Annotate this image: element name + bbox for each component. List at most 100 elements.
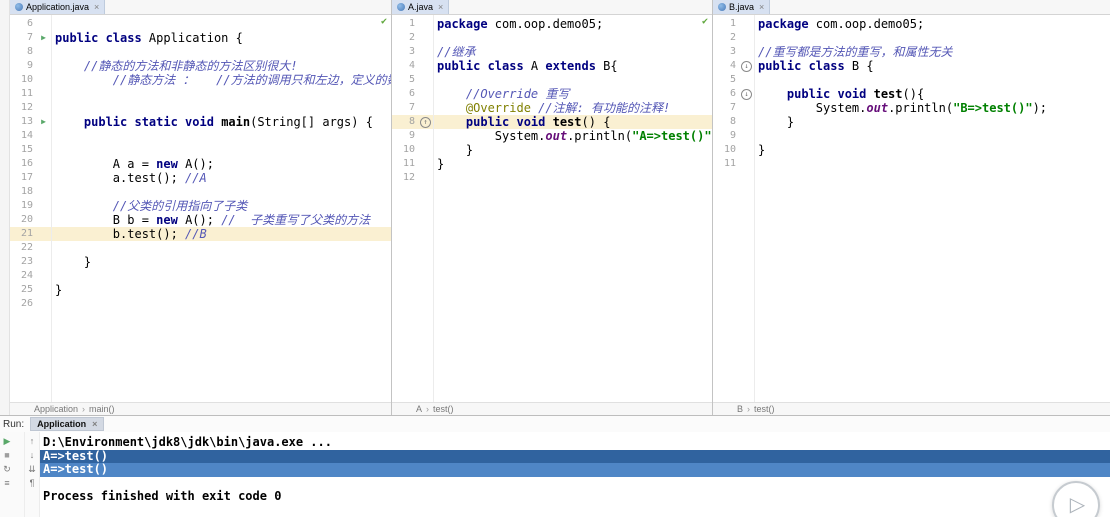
code-line[interactable]: 16 A a = new A();: [10, 157, 391, 171]
line-number: 1: [408, 18, 415, 29]
up-stack-trace-button[interactable]: ↑: [30, 436, 35, 446]
console-line[interactable]: D:\Environment\jdk8\jdk\bin\java.exe ...: [40, 435, 1110, 450]
code-line[interactable]: 6: [10, 17, 391, 31]
console-line[interactable]: A=>test(): [40, 462, 1110, 477]
code-line[interactable]: 3 //继承: [392, 45, 712, 59]
code-line[interactable]: 10 //静态方法 ： //方法的调用只和左边，定义的数: [10, 73, 391, 87]
code-line[interactable]: 26: [10, 297, 391, 311]
rerun-button[interactable]: ▶: [4, 436, 11, 446]
code-line[interactable]: 2: [713, 31, 1110, 45]
code-line[interactable]: 8 public void test() {: [392, 115, 712, 129]
line-number: 8: [26, 46, 33, 57]
close-icon[interactable]: ×: [438, 2, 443, 12]
pin-button[interactable]: ≡: [4, 478, 9, 488]
code-line[interactable]: 5: [392, 73, 712, 87]
line-number: 10: [20, 74, 33, 85]
line-number: 9: [26, 60, 33, 71]
code-line[interactable]: 8 }: [713, 115, 1110, 129]
code-line[interactable]: 17 a.test(); //A: [10, 171, 391, 185]
code-editor[interactable]: 1 package com.oop.demo05; 2 3 //重写都是方法的重写，和属…: [713, 15, 1110, 402]
run-header: Run: Application ×: [0, 416, 1110, 432]
code-line[interactable]: 11: [10, 87, 391, 101]
line-number: 5: [729, 74, 736, 85]
line-number: 13: [20, 116, 33, 127]
line-number: 26: [20, 298, 33, 309]
close-icon[interactable]: ×: [759, 2, 764, 12]
breadcrumb-item[interactable]: Application: [34, 404, 78, 414]
code-line[interactable]: 9 System.out.println("A=>test()");: [392, 129, 712, 143]
run-icon[interactable]: [36, 31, 51, 45]
code-line[interactable]: 20 B b = new A(); // 子类重写了父类的方法: [10, 213, 391, 227]
breadcrumb-item[interactable]: test(): [433, 404, 454, 414]
code-line[interactable]: 6 public void test(){: [713, 87, 1110, 101]
soft-wrap-button[interactable]: ¶: [30, 478, 35, 488]
tab-application-java[interactable]: Application.java ×: [10, 0, 106, 14]
code-line[interactable]: 9 //静态的方法和非静态的方法区别很大!: [10, 59, 391, 73]
code-line[interactable]: 18: [10, 185, 391, 199]
code-line[interactable]: 23 }: [10, 255, 391, 269]
code-line[interactable]: 24: [10, 269, 391, 283]
code-line[interactable]: 11: [713, 157, 1110, 171]
code-line[interactable]: 4 public class B {: [713, 59, 1110, 73]
down-stack-trace-button[interactable]: ↓: [30, 450, 35, 460]
run-tab-application[interactable]: Application ×: [30, 417, 105, 431]
gutter-spacer: [36, 255, 51, 269]
code-line[interactable]: 10}: [713, 143, 1110, 157]
override-down-icon[interactable]: [739, 87, 754, 101]
code-editor[interactable]: 6 7 public class Application {8 9 //静态的方法和非…: [10, 15, 391, 402]
code-line[interactable]: 10 }: [392, 143, 712, 157]
tab-a-java[interactable]: A.java ×: [392, 0, 450, 14]
code-line[interactable]: 15: [10, 143, 391, 157]
code-line[interactable]: 4 public class A extends B{: [392, 59, 712, 73]
code-line[interactable]: 1 package com.oop.demo05;: [392, 17, 712, 31]
console-line[interactable]: [40, 477, 1110, 491]
code-line[interactable]: 13 public static void main(String[] args…: [10, 115, 391, 129]
code-line[interactable]: 19 //父类的引用指向了子类: [10, 199, 391, 213]
code-line[interactable]: 25}: [10, 283, 391, 297]
line-number: 21: [20, 228, 33, 239]
close-icon[interactable]: ×: [92, 419, 97, 429]
code-line[interactable]: 7 @Override //注解: 有功能的注释!: [392, 101, 712, 115]
override-down-icon[interactable]: [739, 59, 754, 73]
code-line[interactable]: 7 public class Application {: [10, 31, 391, 45]
code-line[interactable]: 6 //Override 重写: [392, 87, 712, 101]
line-number: 9: [408, 130, 415, 141]
gutter-spacer: [36, 17, 51, 31]
inspections-ok-icon[interactable]: ✔: [381, 16, 387, 27]
console-line[interactable]: Process finished with exit code 0: [40, 489, 1110, 504]
code-line[interactable]: 5: [713, 73, 1110, 87]
override-up-icon[interactable]: [418, 115, 433, 129]
code-line[interactable]: 11}: [392, 157, 712, 171]
code-line[interactable]: 21 b.test(); //B: [10, 227, 391, 241]
code-line[interactable]: 9: [713, 129, 1110, 143]
close-icon[interactable]: ×: [94, 2, 99, 12]
code-editor[interactable]: 1 package com.oop.demo05; 2 3 //继承 4 public cl…: [392, 15, 712, 402]
stop-button[interactable]: ■: [4, 450, 9, 460]
code-line[interactable]: 22: [10, 241, 391, 255]
code-line[interactable]: 12: [392, 171, 712, 185]
gutter-spacer: [36, 59, 51, 73]
scroll-to-end-button[interactable]: ⇊: [28, 464, 36, 474]
code-line[interactable]: 7 System.out.println("B=>test()");: [713, 101, 1110, 115]
code-line[interactable]: 8: [10, 45, 391, 59]
tab-b-java[interactable]: B.java ×: [713, 0, 771, 14]
line-number: 20: [20, 214, 33, 225]
breadcrumb-item[interactable]: main(): [89, 404, 115, 414]
breadcrumb-item[interactable]: B: [737, 404, 743, 414]
code-line[interactable]: 14: [10, 129, 391, 143]
line-number: 23: [20, 256, 33, 267]
console-line[interactable]: A=>test(): [40, 449, 1110, 463]
code-line[interactable]: 1 package com.oop.demo05;: [713, 17, 1110, 31]
breadcrumb-item[interactable]: test(): [754, 404, 775, 414]
code-line[interactable]: 12: [10, 101, 391, 115]
inspections-ok-icon[interactable]: ✔: [702, 16, 708, 27]
code-line[interactable]: 2: [392, 31, 712, 45]
console-output[interactable]: D:\Environment\jdk8\jdk\bin\java.exe ...…: [40, 432, 1110, 517]
tab-label: B.java: [729, 2, 755, 12]
gutter-spacer: [739, 31, 754, 45]
run-icon[interactable]: [36, 115, 51, 129]
code-line[interactable]: 3 //重写都是方法的重写，和属性无关: [713, 45, 1110, 59]
breadcrumb-item[interactable]: A: [416, 404, 422, 414]
restore-layout-button[interactable]: ↻: [3, 464, 11, 474]
